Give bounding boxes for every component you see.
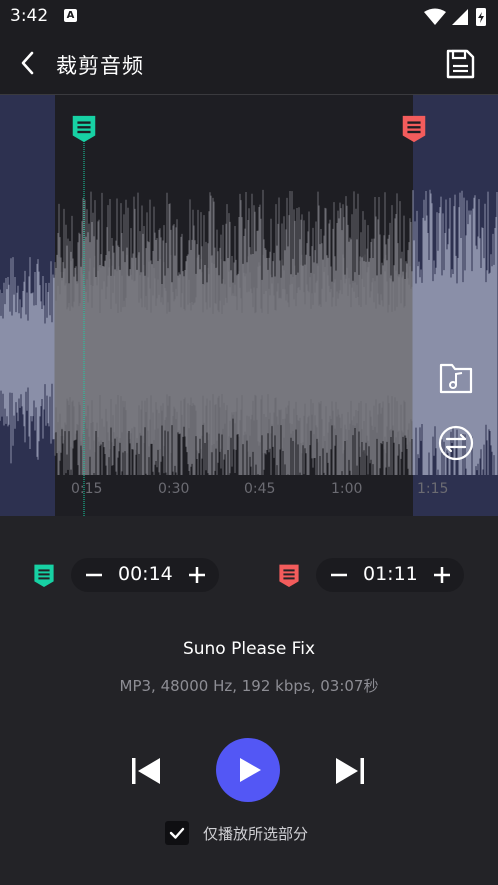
track-name: Suno Please Fix (182, 639, 316, 659)
status-time: 3:42 (10, 6, 49, 26)
end-marker-icon (279, 564, 299, 587)
start-minus-button[interactable] (79, 558, 109, 592)
start-plus-button[interactable] (182, 558, 212, 592)
notification-icon: A (64, 9, 77, 22)
start-marker-handle[interactable] (69, 113, 99, 143)
end-time-stepper: 01:11 (316, 558, 464, 592)
status-bar: 3:42 A (0, 0, 498, 34)
track-info: MP3, 48000 Hz, 192 kbps, 03:07秒 (119, 677, 379, 695)
app-bar: 裁剪音频 (0, 34, 498, 95)
checkmark-icon (169, 827, 185, 839)
play-icon (240, 758, 261, 782)
music-folder-button[interactable] (438, 360, 474, 396)
start-time[interactable]: 00:14 (118, 563, 173, 585)
save-button[interactable] (444, 48, 476, 80)
play-selection-checkbox[interactable] (165, 821, 189, 845)
waveform-editor[interactable]: 0:15 0:30 0:45 1:00 1:15 (0, 95, 498, 516)
timeline-tick: 0:15 (71, 481, 103, 497)
end-minus-button[interactable] (324, 558, 354, 592)
timeline-tick: 1:00 (331, 481, 363, 497)
waveform[interactable] (0, 95, 498, 516)
end-marker-handle[interactable] (399, 113, 429, 143)
end-plus-button[interactable] (427, 558, 457, 592)
skip-previous-button[interactable] (128, 754, 164, 788)
signal-icon (452, 9, 468, 25)
start-time-stepper: 00:14 (71, 558, 219, 592)
start-marker-icon (34, 564, 54, 587)
timeline-tick: 0:30 (158, 481, 190, 497)
back-button[interactable] (14, 48, 44, 78)
play-selection-label: 仅播放所选部分 (203, 825, 309, 843)
page-title: 裁剪音频 (56, 54, 144, 78)
play-button[interactable] (216, 738, 280, 802)
timeline-tick: 1:15 (417, 481, 449, 497)
wifi-icon (424, 8, 446, 25)
timeline-tick: 0:45 (244, 481, 276, 497)
status-icons (424, 8, 486, 26)
end-time[interactable]: 01:11 (363, 563, 418, 585)
swap-button[interactable] (438, 425, 474, 461)
controls-panel: 00:14 01:11 Suno Please Fix MP3, 48000 H… (0, 516, 498, 885)
skip-next-button[interactable] (332, 754, 368, 788)
